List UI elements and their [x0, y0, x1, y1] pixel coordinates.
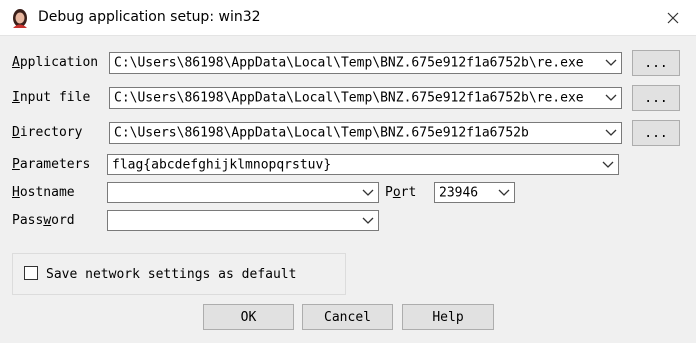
hostname-combobox[interactable]: [107, 182, 379, 203]
chevron-down-icon[interactable]: [605, 94, 617, 102]
input-file-value: C:\Users\86198\AppData\Local\Temp\BNZ.67…: [114, 90, 584, 106]
chevron-down-icon[interactable]: [602, 161, 614, 169]
save-network-settings-label[interactable]: Save network settings as default: [46, 267, 296, 282]
application-value: C:\Users\86198\AppData\Local\Temp\BNZ.67…: [114, 55, 584, 71]
directory-browse-button[interactable]: ...: [632, 120, 680, 146]
save-network-settings-checkbox[interactable]: [24, 266, 38, 280]
password-combobox[interactable]: [107, 210, 379, 231]
password-label: Password: [12, 213, 75, 228]
application-combobox[interactable]: C:\Users\86198\AppData\Local\Temp\BNZ.67…: [109, 52, 622, 74]
directory-combobox[interactable]: C:\Users\86198\AppData\Local\Temp\BNZ.67…: [109, 122, 622, 144]
port-combobox[interactable]: 23946: [434, 182, 515, 203]
parameters-label: Parameters: [12, 157, 91, 172]
chevron-down-icon[interactable]: [605, 59, 617, 67]
input-file-browse-button[interactable]: ...: [632, 85, 680, 111]
input-file-combobox[interactable]: C:\Users\86198\AppData\Local\Temp\BNZ.67…: [109, 87, 622, 109]
parameters-value: flag{abcdefghijklmnopqrstuv}: [112, 157, 332, 172]
close-button[interactable]: [650, 0, 696, 36]
port-label: Port: [385, 185, 417, 200]
title-bar: Debug application setup: win32: [0, 0, 696, 36]
parameters-combobox[interactable]: flag{abcdefghijklmnopqrstuv}: [107, 154, 619, 175]
chevron-down-icon[interactable]: [498, 189, 510, 197]
window-title: Debug application setup: win32: [38, 9, 261, 25]
chevron-down-icon[interactable]: [362, 217, 374, 225]
cancel-button[interactable]: Cancel: [302, 304, 393, 330]
close-icon: [667, 12, 679, 24]
hostname-label: Hostname: [12, 185, 75, 200]
app-avatar-icon: [9, 7, 31, 29]
chevron-down-icon[interactable]: [605, 129, 617, 137]
input-file-label: Input file: [12, 90, 91, 105]
chevron-down-icon[interactable]: [362, 189, 374, 197]
directory-label: Directory: [12, 125, 83, 140]
application-label: Application: [12, 55, 99, 70]
help-button[interactable]: Help: [402, 304, 494, 330]
application-browse-button[interactable]: ...: [632, 50, 680, 76]
ok-button[interactable]: OK: [203, 304, 294, 330]
port-value: 23946: [439, 185, 479, 200]
directory-value: C:\Users\86198\AppData\Local\Temp\BNZ.67…: [114, 125, 529, 141]
